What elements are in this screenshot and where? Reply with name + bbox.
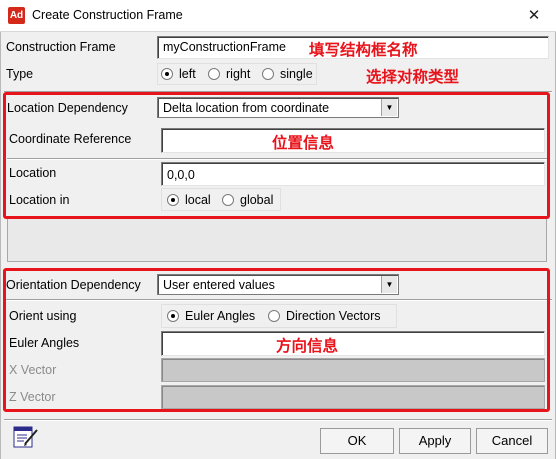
radio-checked-icon	[161, 68, 173, 80]
type-label: Type	[6, 67, 34, 81]
construction-frame-label: Construction Frame	[6, 40, 116, 54]
edit-notes-icon[interactable]	[12, 424, 40, 450]
separator	[4, 419, 552, 421]
type-radio-right[interactable]: right	[208, 67, 250, 81]
type-radio-left[interactable]: left	[161, 67, 196, 81]
type-option-label: right	[226, 67, 251, 81]
empty-panel	[7, 218, 547, 262]
radio-unchecked-icon	[208, 68, 220, 80]
ok-button[interactable]: OK	[320, 428, 394, 454]
location-highlight-box	[3, 92, 550, 219]
annotation-name: 填写结构框名称	[309, 41, 418, 59]
apply-button[interactable]: Apply	[399, 428, 471, 454]
annotation-type: 选择对称类型	[366, 68, 460, 86]
type-option-label: single	[280, 67, 313, 81]
close-icon[interactable]: ✕	[516, 2, 552, 29]
title-bar: Ad Create Construction Frame ✕	[0, 0, 556, 32]
window-title: Create Construction Frame	[32, 8, 183, 22]
type-radio-group: left right single	[157, 63, 317, 85]
app-icon: Ad	[8, 7, 25, 24]
radio-unchecked-icon	[262, 68, 274, 80]
type-radio-single[interactable]: single	[262, 67, 313, 81]
cancel-button[interactable]: Cancel	[476, 428, 548, 454]
type-option-label: left	[179, 67, 196, 81]
orientation-highlight-box	[3, 268, 550, 412]
